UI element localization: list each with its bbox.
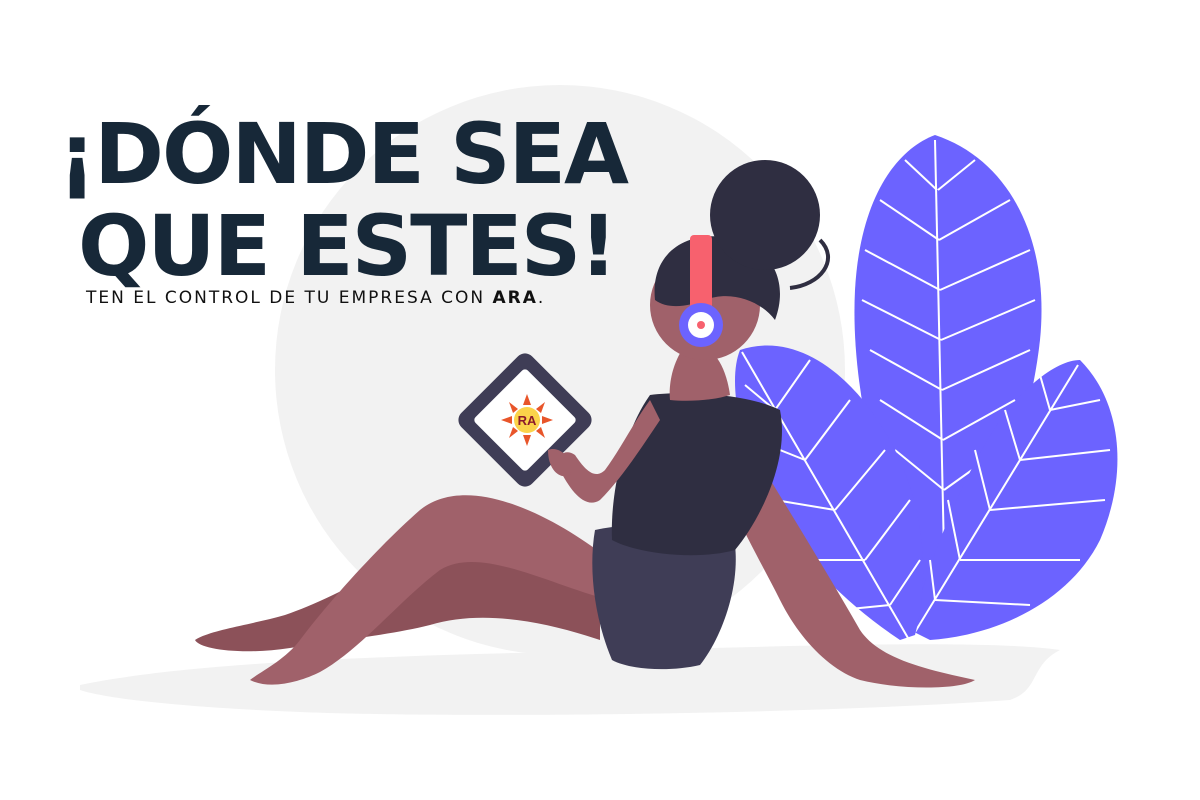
subheadline-prefix: TEN EL CONTROL DE TU EMPRESA CON	[86, 288, 493, 308]
promo-banner: RA ¡DÓNDE SEA QUE ESTES! TEN EL CONTROL …	[0, 0, 1200, 800]
headline-line-2: QUE ESTES!	[78, 197, 618, 295]
subheadline-brand: ARA	[492, 288, 538, 308]
subheadline-suffix: .	[537, 288, 546, 308]
tablet-logo-text: RA	[518, 413, 537, 428]
headline: ¡DÓNDE SEA QUE ESTES!	[58, 105, 629, 295]
subheadline: TEN EL CONTROL DE TU EMPRESA CON ARA.	[86, 288, 545, 308]
headline-line-1: ¡DÓNDE SEA	[58, 105, 629, 203]
